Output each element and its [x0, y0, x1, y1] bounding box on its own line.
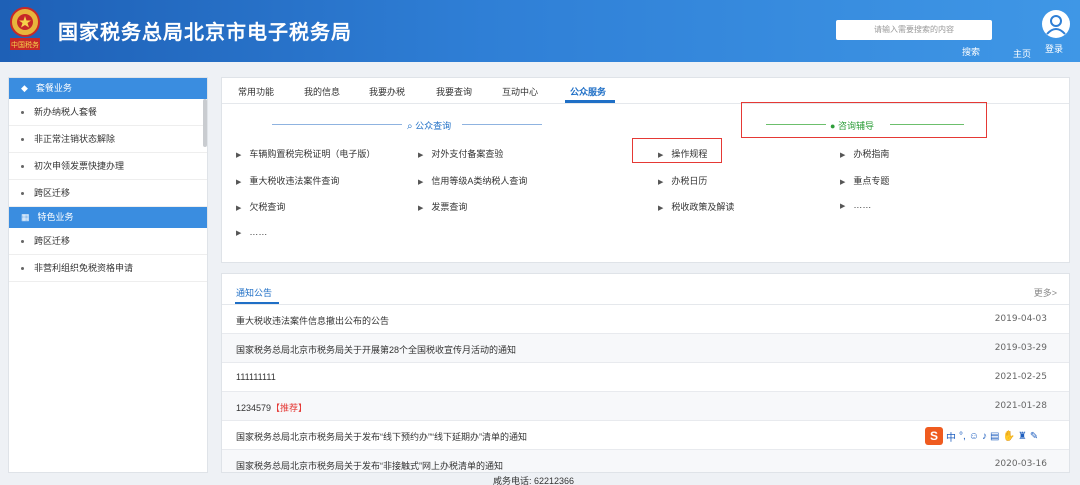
sidebar-item-abnormal-cancel[interactable]: 非正常注销状态解除 [9, 126, 207, 153]
shirt-icon[interactable]: ♜ [1018, 431, 1027, 442]
tab-query[interactable]: 我要查询 [436, 85, 472, 98]
notice-row[interactable]: 重大税收违法案件信息撤出公布的公告 2019-04-03 [222, 305, 1069, 334]
more-link[interactable]: 更多> [1034, 286, 1057, 299]
highlight-box-procedures [632, 138, 722, 163]
wrench-icon[interactable]: ✎ [1030, 431, 1038, 442]
tools-icon[interactable]: ✋ [1002, 431, 1014, 442]
notice-row[interactable]: 国家税务总局北京市税务局关于开展第28个全国税收宣传月活动的通知 2019-03… [222, 334, 1069, 363]
sidebar-scrollbar[interactable] [203, 99, 207, 147]
keyboard-icon[interactable]: ▤ [990, 431, 999, 442]
public-query-heading: ⌕ 公众查询 [407, 121, 452, 132]
ime-lang-icon[interactable]: 中 [946, 429, 956, 444]
link-major-violation[interactable]: ▶ 重大税收违法案件查询 [236, 174, 339, 187]
link-tax-calendar[interactable]: ▶ 办税日历 [658, 174, 707, 187]
tab-tax-handle[interactable]: 我要办税 [369, 85, 405, 98]
microphone-icon[interactable]: ♪ [982, 431, 987, 442]
sidebar-item-new-taxpayer[interactable]: 新办纳税人套餐 [9, 99, 207, 126]
ime-toolbar[interactable]: S 中 °, ☺ ♪ ▤ ✋ ♜ ✎ [925, 427, 1067, 445]
emoji-icon[interactable]: ☺ [969, 431, 979, 442]
search-button[interactable]: 搜索 [962, 45, 980, 58]
link-tax-policy[interactable]: ▶ 税收政策及解读 [658, 200, 734, 213]
active-tab-indicator [565, 100, 615, 103]
sidebar-section-special[interactable]: ▦ 特色业务 [9, 207, 207, 228]
notice-row[interactable]: 国家税务总局北京市税务局关于发布“非接触式”网上办税清单的通知 2020-03-… [222, 450, 1069, 472]
link-credit-a[interactable]: ▶ 信用等级A类纳税人查询 [418, 174, 527, 187]
search-icon: ⌕ [407, 121, 413, 132]
tab-my-info[interactable]: 我的信息 [304, 85, 340, 98]
link-arrears-query[interactable]: ▶ 欠税查询 [236, 200, 285, 213]
notice-row[interactable]: 1234579【推荐】 2021-01-28 [222, 392, 1069, 421]
sidebar-item-invoice-quick[interactable]: 初次申领发票快捷办理 [9, 153, 207, 180]
tab-common[interactable]: 常用功能 [238, 85, 274, 98]
grid-icon: ▦ [21, 212, 30, 222]
emblem-text: 中国税务 [11, 42, 39, 49]
divider [272, 124, 402, 125]
divider [462, 124, 542, 125]
sidebar: ◆ 套餐业务 新办纳税人套餐 非正常注销状态解除 初次申领发票快捷办理 跨区迁移… [8, 77, 208, 473]
sidebar-item-migrate-2[interactable]: 跨区迁移 [9, 228, 207, 255]
link-tax-guide[interactable]: ▶ 办税指南 [840, 147, 889, 160]
punctuation-icon[interactable]: °, [959, 431, 966, 442]
link-more-consult[interactable]: ▶…… [840, 200, 871, 210]
link-invoice-query[interactable]: ▶ 发票查询 [418, 200, 467, 213]
sogou-logo-icon[interactable]: S [925, 427, 943, 445]
link-key-topics[interactable]: ▶ 重点专题 [840, 174, 889, 187]
link-vehicle-tax[interactable]: ▶ 车辆购置税完税证明（电子版） [236, 147, 375, 160]
tab-public-service[interactable]: 公众服务 [570, 85, 606, 98]
sidebar-section-label: 特色业务 [37, 212, 74, 222]
top-header: 中国税务 国家税务总局北京市电子税务局 请输入需要搜索的内容 搜索 主页 登录 [0, 0, 1080, 62]
sidebar-section-package[interactable]: ◆ 套餐业务 [9, 78, 207, 99]
sidebar-item-migrate[interactable]: 跨区迁移 [9, 180, 207, 207]
tab-interaction[interactable]: 互动中心 [502, 85, 538, 98]
site-title: 国家税务总局北京市电子税务局 [58, 22, 352, 44]
notice-row[interactable]: 111111111 2021-02-25 [222, 363, 1069, 392]
tab-notices[interactable]: 通知公告 [236, 286, 272, 299]
recommend-badge: 【推荐】 [271, 403, 308, 413]
login-link[interactable]: 登录 [1045, 42, 1063, 55]
tab-bar: 常用功能 我的信息 我要办税 我要查询 互动中心 公众服务 [222, 78, 1069, 104]
link-foreign-payment[interactable]: ▶ 对外支付备案查验 [418, 147, 503, 160]
sidebar-item-nonprofit[interactable]: 非营利组织免税资格申请 [9, 255, 207, 282]
service-panel: 常用功能 我的信息 我要办税 我要查询 互动中心 公众服务 ⌕ 公众查询 ● 咨… [221, 77, 1070, 263]
layers-icon: ◆ [21, 83, 28, 93]
home-link[interactable]: 主页 [1013, 47, 1031, 60]
search-input[interactable]: 请输入需要搜索的内容 [836, 20, 992, 40]
footer-phone: 咸务电话: 62212366 [493, 476, 575, 485]
tax-emblem-logo: 中国税务 [8, 6, 42, 54]
highlight-box-consult [741, 102, 987, 138]
link-more-public[interactable]: ▶…… [236, 227, 267, 237]
user-avatar-icon[interactable] [1042, 10, 1070, 38]
sidebar-section-label: 套餐业务 [35, 83, 72, 93]
